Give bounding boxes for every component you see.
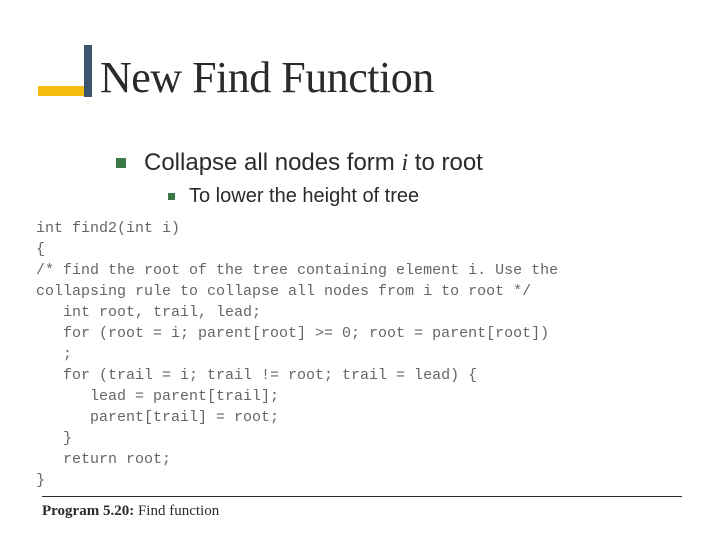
slide-title: New Find Function [100,52,434,103]
square-bullet-icon [168,193,175,200]
bullet1-text: Collapse all nodes form i to root [144,149,483,177]
bullet1-prefix: Collapse all nodes form [144,149,401,176]
program-caption: Program 5.20: Find function [42,496,682,520]
bullet2-text: To lower the height of tree [189,185,419,208]
code-lines: int find2(int i) { /* find the root of t… [36,218,686,491]
code-snippet: int find2(int i) { /* find the root of t… [36,218,686,491]
slide: New Find Function Collapse all nodes for… [0,0,720,540]
square-bullet-icon [116,158,126,168]
bullet-level1: Collapse all nodes form i to root [116,149,483,177]
bullet-level2: To lower the height of tree [168,185,419,208]
caption-text: Find function [134,503,219,519]
accent-bar-vertical [84,45,92,97]
caption-label: Program 5.20: [42,503,134,519]
bullet1-suffix: to root [408,149,483,176]
accent-bar-horizontal [38,86,90,96]
